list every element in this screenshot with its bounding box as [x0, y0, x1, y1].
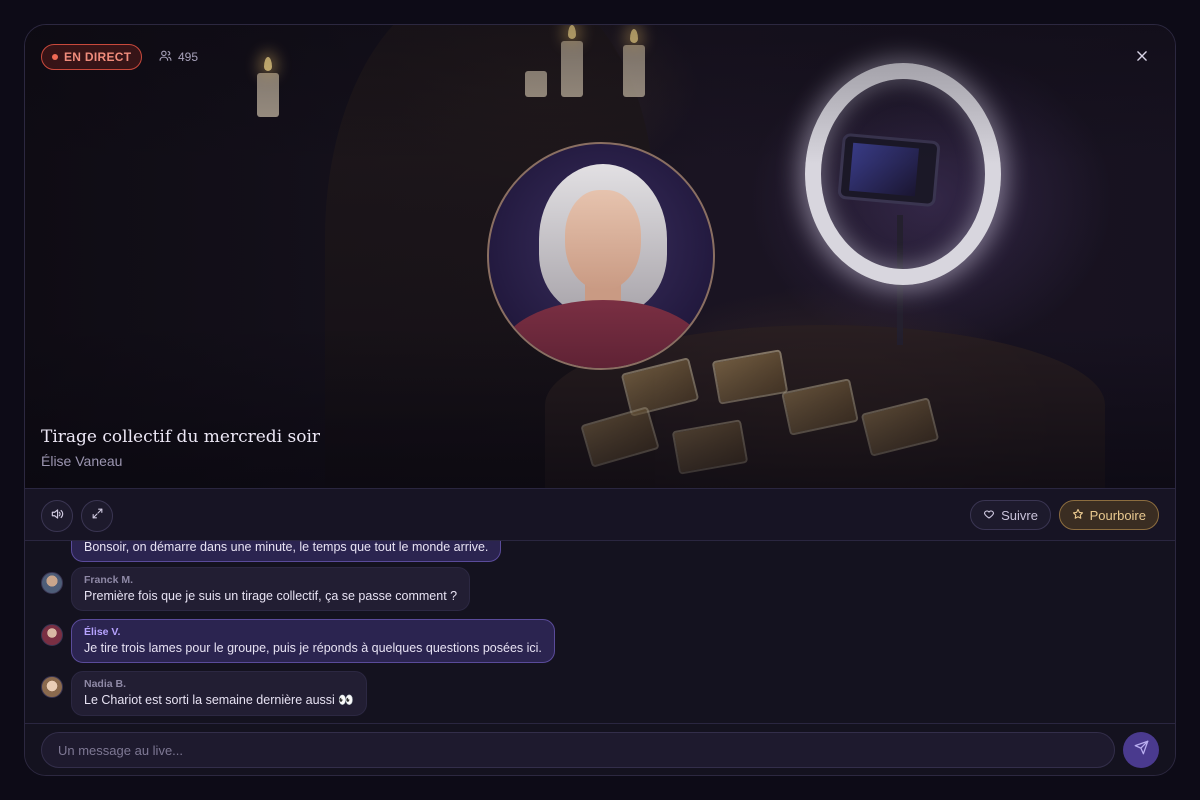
message-author: Franck M.: [84, 574, 134, 586]
message-text: Je tire trois lames pour le groupe, puis…: [84, 641, 542, 655]
chat-message: Bonsoir, on démarre dans une minute, le …: [41, 541, 502, 562]
live-stream-panel: EN DIRECT 495 Tirage collectif du mercre…: [24, 24, 1176, 776]
star-icon: [1072, 508, 1084, 523]
avatar: [41, 572, 63, 594]
stream-title: Tirage collectif du mercredi soir: [41, 427, 321, 447]
message-text: Première fois que je suis un tirage coll…: [84, 589, 458, 603]
volume-button[interactable]: [41, 500, 73, 532]
message-author: Élise V.: [84, 626, 121, 638]
message-text: Le Chariot est sorti la semaine dernière…: [84, 693, 354, 707]
avatar: [41, 624, 63, 646]
live-label: EN DIRECT: [64, 50, 132, 64]
fullscreen-button[interactable]: [81, 500, 113, 532]
viewer-count-value: 495: [178, 50, 199, 64]
send-icon: [1134, 740, 1149, 760]
send-button[interactable]: [1123, 732, 1159, 768]
tip-button[interactable]: Pourboire: [1058, 500, 1159, 530]
expand-icon: [91, 507, 104, 525]
close-button[interactable]: [1129, 45, 1155, 71]
volume-icon: [50, 507, 64, 526]
heart-icon: [983, 508, 995, 523]
chat-message: Nadia B. Le Chariot est sorti la semaine…: [41, 671, 367, 716]
close-icon: [1135, 49, 1149, 68]
message-bubble: Franck M. Première fois que je suis un t…: [71, 567, 471, 611]
control-bar: Suivre Pourboire: [25, 488, 1175, 541]
follow-label: Suivre: [1001, 507, 1038, 523]
follow-button[interactable]: Suivre: [970, 500, 1051, 530]
message-author: Nadia B.: [84, 678, 127, 690]
chat-feed: Bonsoir, on démarre dans une minute, le …: [25, 541, 1175, 723]
live-badge: EN DIRECT: [41, 44, 143, 70]
message-input[interactable]: [41, 732, 1115, 768]
live-dot-icon: [52, 54, 58, 60]
viewer-count: 495: [159, 49, 198, 65]
chat-message: Élise V. Je tire trois lames pour le gro…: [41, 619, 555, 663]
message-bubble: Élise V. Je tire trois lames pour le gro…: [71, 619, 555, 663]
message-bubble: Nadia B. Le Chariot est sorti la semaine…: [71, 671, 367, 716]
message-text: Bonsoir, on démarre dans une minute, le …: [84, 541, 489, 554]
avatar: [41, 676, 63, 698]
message-composer: [25, 723, 1175, 775]
video-stage: EN DIRECT 495 Tirage collectif du mercre…: [25, 25, 1175, 488]
host-avatar: [487, 142, 715, 370]
host-name: Élise Vaneau: [41, 453, 123, 469]
message-bubble: Bonsoir, on démarre dans une minute, le …: [71, 541, 502, 562]
chat-message: Franck M. Première fois que je suis un t…: [41, 567, 471, 611]
users-icon: [159, 49, 172, 65]
tip-label: Pourboire: [1089, 507, 1146, 523]
